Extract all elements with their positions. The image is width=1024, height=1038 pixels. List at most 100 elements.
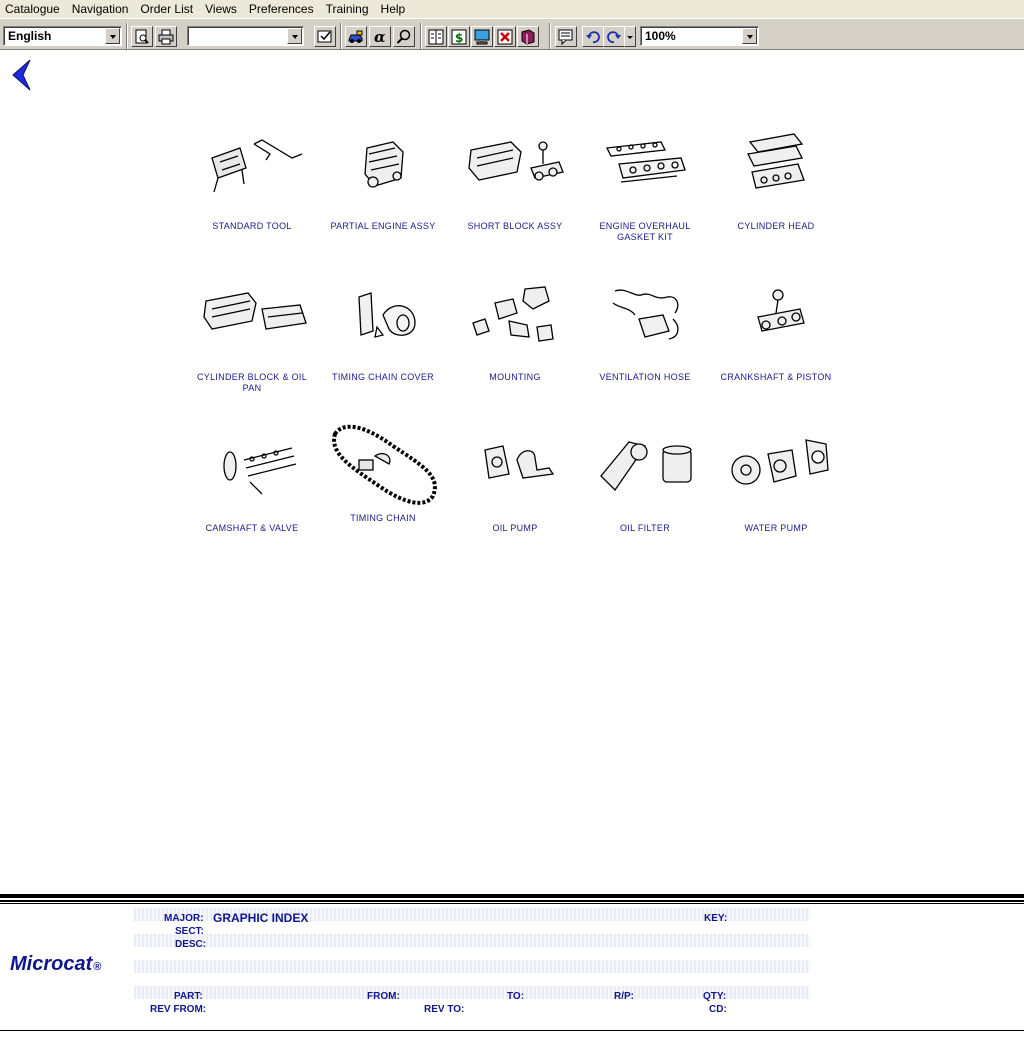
checklist-icon: [317, 30, 332, 43]
graphic-item-label: VENTILATION HOSE: [599, 372, 691, 382]
select-tool-button[interactable]: [314, 26, 336, 47]
rp-label: R/P:: [614, 991, 634, 1002]
chevron-down-icon: [627, 36, 633, 39]
qty-label: QTY:: [703, 991, 727, 1002]
undo-button[interactable]: [582, 26, 604, 47]
major-label: MAJOR:: [164, 913, 204, 924]
key-label: KEY:: [704, 913, 728, 924]
price-button[interactable]: $: [448, 26, 470, 47]
microcat-logo: Microcat®: [10, 953, 101, 976]
note-icon: [558, 29, 573, 45]
graphic-item-timing-cover[interactable]: TIMING CHAIN COVER: [318, 279, 448, 383]
graphic-item-cylinder-head[interactable]: CYLINDER HEAD: [711, 128, 841, 232]
desc-label: DESC:: [175, 939, 207, 950]
from-label: FROM:: [367, 991, 400, 1002]
printer-icon: [158, 29, 174, 45]
cylinder-block-icon: [203, 292, 307, 330]
menu-order-list[interactable]: Order List: [134, 0, 199, 18]
footer-divider: [0, 894, 1024, 898]
graphic-item-partial-engine[interactable]: PARTIAL ENGINE ASSY: [318, 128, 448, 232]
menu-catalogue[interactable]: Catalogue: [0, 0, 66, 18]
chevron-down-icon[interactable]: [105, 28, 120, 44]
book-button[interactable]: [517, 26, 539, 47]
footer-divider: [0, 900, 1024, 902]
graphic-item-label: TIMING CHAIN: [350, 513, 416, 523]
language-select[interactable]: English: [3, 26, 122, 46]
print-preview-button[interactable]: [131, 26, 153, 47]
graphic-item-gasket-kit[interactable]: ENGINE OVERHAUL GASKET KIT: [580, 128, 710, 243]
graphic-item-label: STANDARD TOOL: [212, 221, 292, 231]
book-icon: [521, 29, 535, 45]
redo-icon: [607, 31, 621, 43]
graphic-item-oil-filter[interactable]: OIL FILTER: [580, 430, 710, 534]
graphic-item-cylinder-block[interactable]: CYLINDER BLOCK & OIL PAN: [187, 279, 317, 394]
language-value: English: [8, 29, 52, 43]
graphic-item-mounting[interactable]: MOUNTING: [450, 279, 580, 383]
menu-training[interactable]: Training: [320, 0, 375, 18]
graphic-item-label: WATER PUMP: [744, 523, 808, 533]
section-select[interactable]: [187, 26, 304, 46]
search-button[interactable]: [393, 26, 415, 47]
back-arrow-icon[interactable]: [10, 58, 34, 92]
to-label: TO:: [507, 991, 525, 1002]
alpha-icon: α: [374, 29, 386, 45]
graphic-item-oil-pump[interactable]: OIL PUMP: [450, 430, 580, 534]
graphic-item-label: OIL PUMP: [492, 523, 538, 533]
car-icon: [348, 30, 363, 43]
close-button[interactable]: [494, 26, 516, 47]
sect-label: SECT:: [175, 926, 204, 937]
partial-engine-icon: [364, 141, 404, 188]
notes-button[interactable]: [555, 26, 577, 47]
parts-list-button[interactable]: [425, 26, 447, 47]
zoom-select[interactable]: 100%: [640, 26, 759, 46]
info-row: [134, 960, 810, 973]
footer-divider: [0, 903, 1024, 904]
mounting-icon: [472, 286, 554, 342]
toolbar-separator: [420, 23, 422, 49]
graphic-item-label: OIL FILTER: [619, 523, 670, 533]
part-label: PART:: [174, 991, 203, 1002]
close-icon: [497, 29, 513, 45]
menu-help[interactable]: Help: [375, 0, 412, 18]
water-pump-icon: [731, 439, 829, 485]
toolbar-separator: [549, 23, 551, 49]
ventilation-hose-icon: [612, 289, 679, 340]
redo-button[interactable]: [603, 26, 625, 47]
info-row: [134, 973, 810, 986]
svg-text:$: $: [455, 31, 463, 45]
graphic-item-camshaft[interactable]: CAMSHAFT & VALVE: [187, 430, 317, 534]
svg-text:α: α: [374, 29, 386, 45]
graphic-item-label: CAMSHAFT & VALVE: [205, 523, 299, 533]
print-button[interactable]: [155, 26, 177, 47]
chevron-down-icon[interactable]: [742, 28, 757, 44]
rev-to-label: REV TO:: [424, 1004, 465, 1015]
oil-filter-icon: [600, 441, 692, 492]
cylinder-head-icon: [747, 133, 805, 189]
timing-cover-icon: [358, 292, 416, 338]
vehicle-button[interactable]: [345, 26, 367, 47]
graphic-item-ventilation-hose[interactable]: VENTILATION HOSE: [580, 279, 710, 383]
rev-from-label: REV FROM:: [150, 1004, 207, 1015]
menu-views[interactable]: Views: [199, 0, 243, 18]
graphic-item-standard-tool[interactable]: STANDARD TOOL: [187, 128, 317, 232]
graphic-item-label: CYLINDER HEAD: [737, 221, 815, 231]
graphic-item-water-pump[interactable]: WATER PUMP: [711, 430, 841, 534]
graphic-item-crankshaft[interactable]: CRANKSHAFT & PISTON: [711, 279, 841, 383]
monitor-icon: [474, 29, 490, 45]
graphic-item-short-block[interactable]: SHORT BLOCK ASSY: [450, 128, 580, 232]
alpha-search-button[interactable]: α: [369, 26, 391, 47]
cd-label: CD:: [709, 1004, 727, 1015]
logo-text: Microcat: [10, 953, 93, 975]
graphic-item-label: ENGINE OVERHAUL GASKET KIT: [599, 221, 691, 242]
redo-dropdown-button[interactable]: [624, 26, 636, 47]
graphic-item-timing-chain[interactable]: TIMING CHAIN: [318, 420, 448, 524]
menu-navigation[interactable]: Navigation: [66, 0, 135, 18]
toolbar-separator: [126, 23, 128, 49]
chevron-down-icon[interactable]: [287, 28, 302, 44]
undo-icon: [586, 31, 600, 43]
monitor-button[interactable]: [471, 26, 493, 47]
menu-preferences[interactable]: Preferences: [243, 0, 320, 18]
short-block-icon: [468, 141, 564, 181]
toolbar: English α $ 100%: [0, 18, 1024, 50]
oil-pump-icon: [484, 445, 555, 479]
